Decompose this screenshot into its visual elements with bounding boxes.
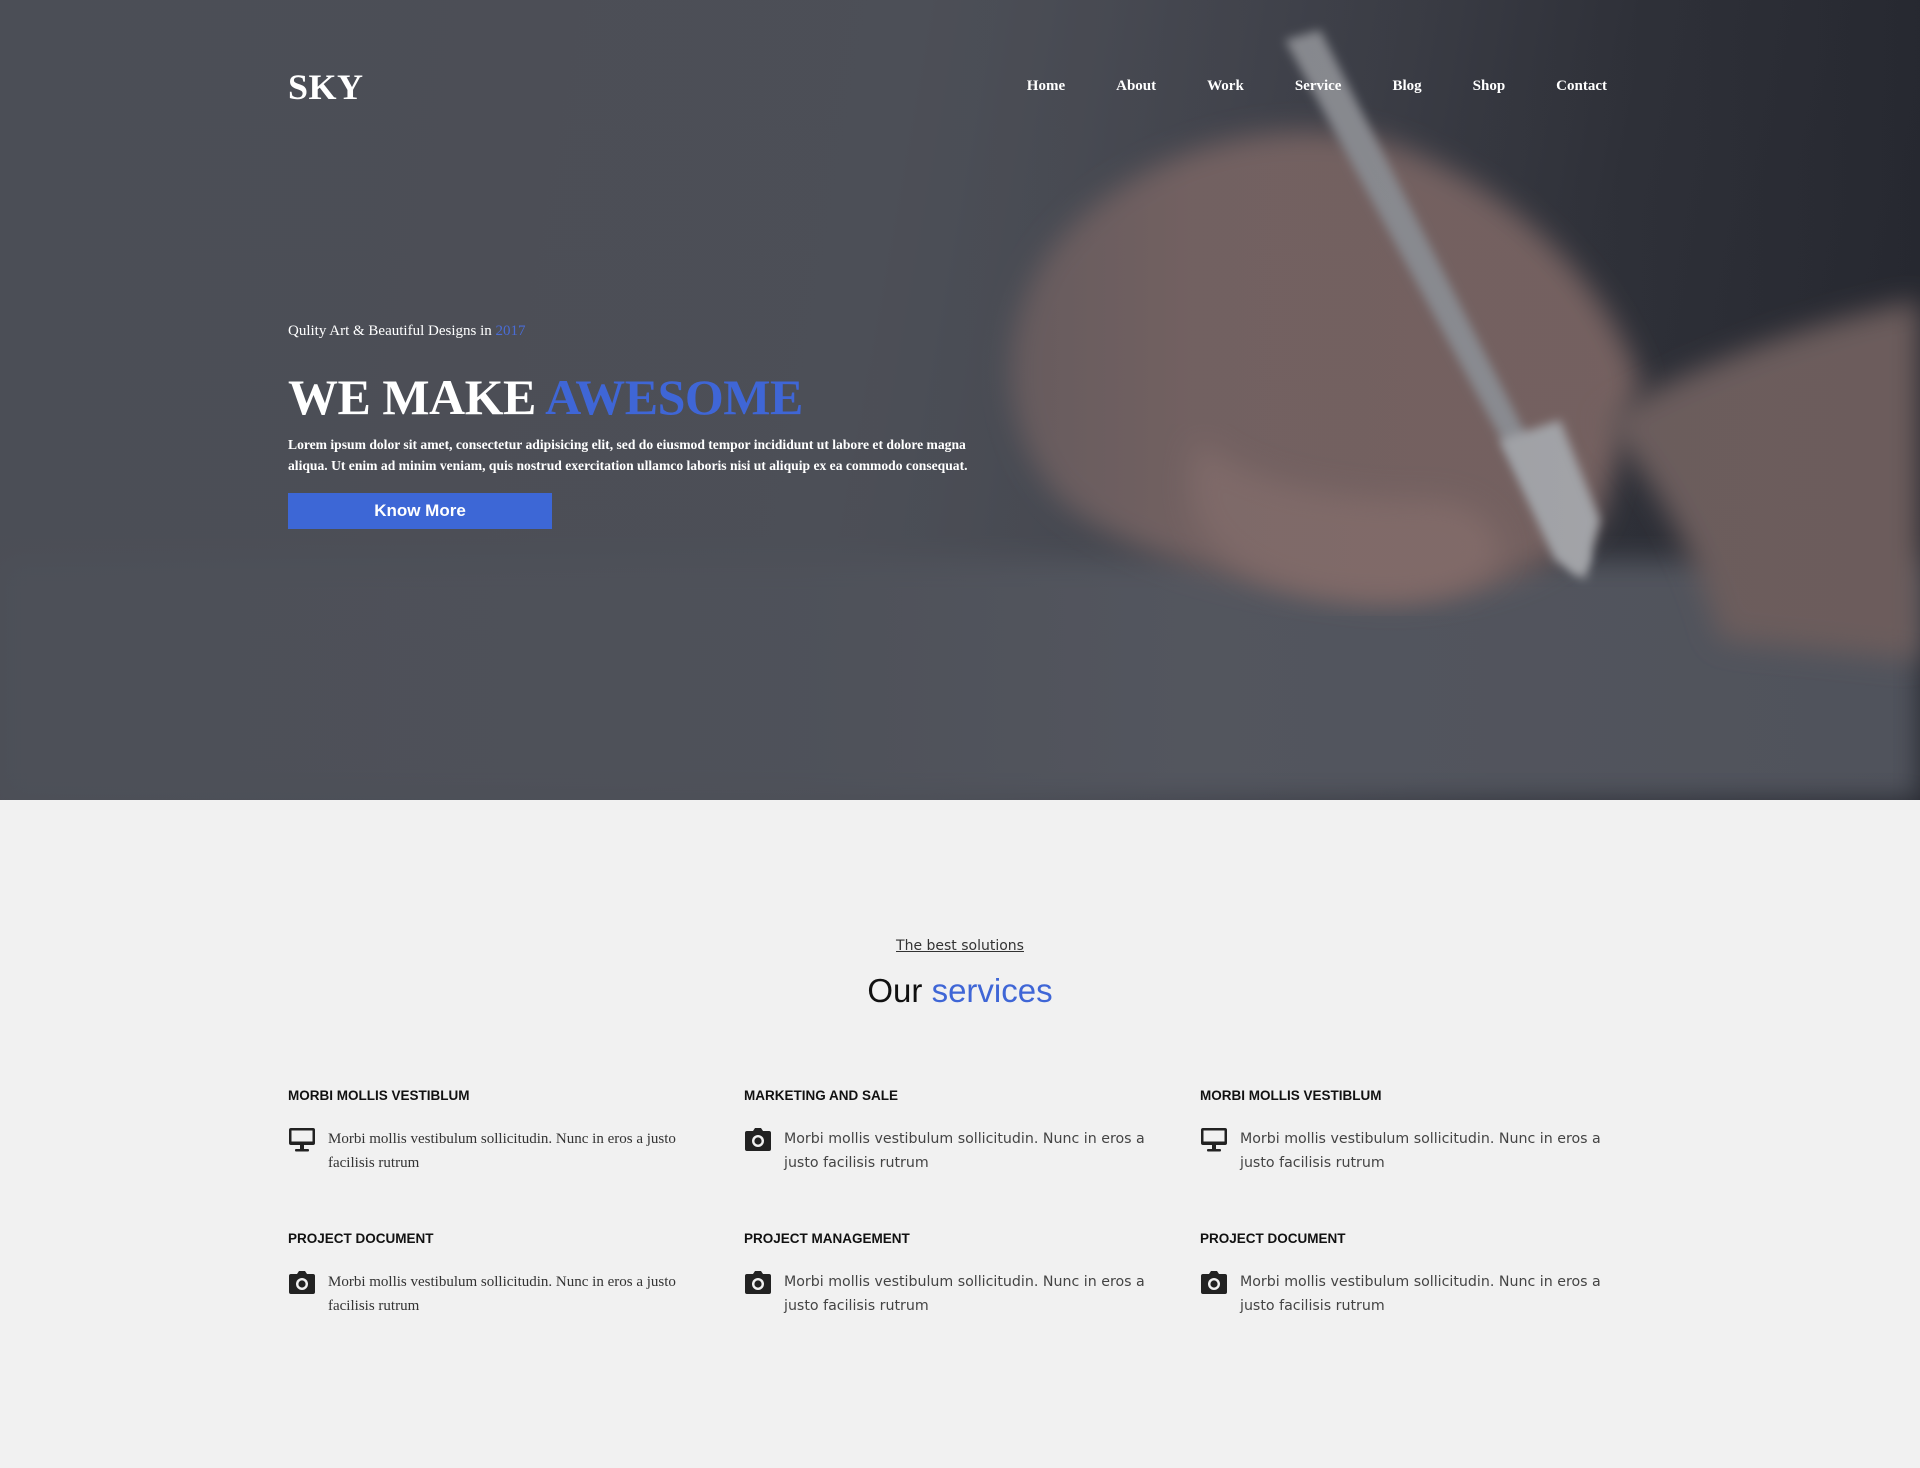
service-description: Morbi mollis vestibulum sollicitudin. Nu… (784, 1131, 1145, 1171)
service-card: MARKETING AND SALE Morbi mollis vestibul… (744, 1088, 1200, 1175)
hero-title: WE MAKE AWESOME (288, 368, 803, 426)
service-title: PROJECT DOCUMENT (288, 1231, 434, 1246)
services-grid: MORBI MOLLIS VESTIBLUM Morbi mollis vest… (288, 1088, 1632, 1318)
services-title-accent: services (931, 972, 1053, 1009)
service-description: Morbi mollis vestibulum sollicitudin. Nu… (328, 1274, 676, 1314)
camera-icon (1201, 1271, 1227, 1294)
service-description: Morbi mollis vestibulum sollicitudin. Nu… (784, 1274, 1145, 1314)
desktop-icon (1201, 1128, 1227, 1152)
nav-item-about[interactable]: About (1116, 78, 1156, 95)
nav-item-blog[interactable]: Blog (1392, 78, 1421, 95)
camera-icon (745, 1271, 771, 1294)
nav-item-service[interactable]: Service (1295, 78, 1342, 95)
hero-section: SKY Home About Work Service Blog Shop Co… (0, 0, 1920, 800)
service-card: PROJECT DOCUMENT Morbi mollis vestibulum… (288, 1231, 744, 1318)
services-section: The best solutions Our services MORBI MO… (0, 800, 1920, 1468)
nav-item-contact[interactable]: Contact (1556, 78, 1607, 95)
services-title-plain: Our (867, 972, 923, 1009)
hero-year: 2017 (495, 323, 526, 339)
hero-subtitle: Qulity Art & Beautiful Designs in 2017 (288, 323, 526, 340)
service-title: MORBI MOLLIS VESTIBLUM (288, 1088, 470, 1103)
services-title: Our services (0, 972, 1920, 1010)
service-title: PROJECT MANAGEMENT (744, 1231, 910, 1246)
service-card: MORBI MOLLIS VESTIBLUM Morbi mollis vest… (288, 1088, 744, 1175)
service-description: Morbi mollis vestibulum sollicitudin. Nu… (328, 1131, 676, 1171)
site-logo[interactable]: SKY (288, 66, 364, 108)
service-title: PROJECT DOCUMENT (1200, 1231, 1346, 1246)
know-more-button[interactable]: Know More (288, 493, 552, 529)
service-title: MARKETING AND SALE (744, 1088, 898, 1103)
camera-icon (289, 1271, 315, 1294)
desktop-icon (289, 1128, 315, 1152)
nav-item-work[interactable]: Work (1207, 78, 1244, 95)
hero-title-plain: WE MAKE (288, 369, 536, 425)
service-description: Morbi mollis vestibulum sollicitudin. Nu… (1240, 1274, 1601, 1314)
service-description: Morbi mollis vestibulum sollicitudin. Nu… (1240, 1131, 1601, 1171)
hero-subtitle-text: Qulity Art & Beautiful Designs in (288, 323, 492, 339)
service-title: MORBI MOLLIS VESTIBLUM (1200, 1088, 1382, 1103)
camera-icon (745, 1128, 771, 1151)
hero-title-accent: AWESOME (545, 369, 803, 425)
main-nav: Home About Work Service Blog Shop Contac… (976, 78, 1607, 95)
nav-item-shop[interactable]: Shop (1473, 78, 1506, 95)
service-card: PROJECT DOCUMENT Morbi mollis vestibulum… (1200, 1231, 1632, 1318)
service-card: MORBI MOLLIS VESTIBLUM Morbi mollis vest… (1200, 1088, 1632, 1175)
services-kicker: The best solutions (896, 938, 1024, 954)
nav-item-home[interactable]: Home (1027, 78, 1065, 95)
service-card: PROJECT MANAGEMENT Morbi mollis vestibul… (744, 1231, 1200, 1318)
hero-description: Lorem ipsum dolor sit amet, consectetur … (288, 437, 968, 473)
